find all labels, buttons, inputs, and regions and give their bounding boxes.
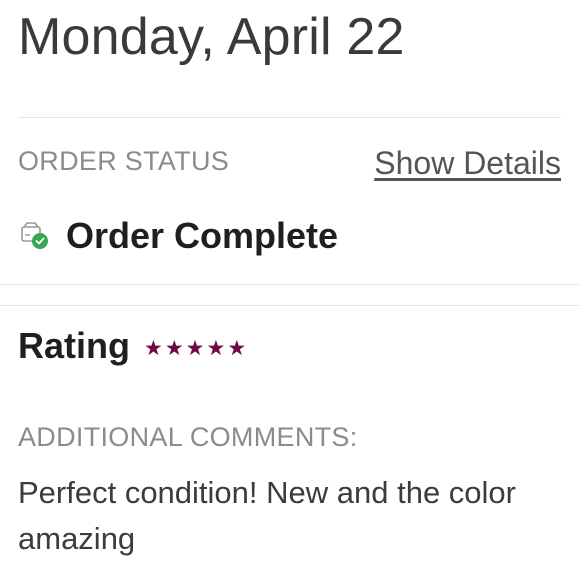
order-status-text: Order Complete bbox=[66, 215, 339, 256]
additional-comments-label: ADDITIONAL COMMENTS: bbox=[18, 422, 358, 452]
show-details-link[interactable]: Show Details bbox=[374, 144, 561, 182]
section-separator bbox=[0, 284, 579, 306]
box-check-icon bbox=[20, 221, 50, 251]
star-icon: ★ bbox=[185, 336, 205, 360]
star-icon: ★ bbox=[164, 336, 184, 360]
order-status-row: Order Complete bbox=[20, 214, 338, 258]
order-detail-page: Monday, April 22 ORDER STATUS Show Detai… bbox=[0, 0, 579, 580]
star-icon: ★ bbox=[144, 336, 163, 360]
star-rating: ★ ★ ★ ★ ★ bbox=[144, 334, 246, 359]
rating-row: Rating ★ ★ ★ ★ ★ bbox=[18, 323, 246, 369]
order-date-heading: Monday, April 22 bbox=[18, 8, 405, 66]
comment-text: Perfect condition! New and the color ama… bbox=[18, 475, 516, 556]
star-icon: ★ bbox=[227, 336, 247, 360]
divider bbox=[18, 117, 561, 118]
star-icon: ★ bbox=[206, 336, 226, 360]
order-status-label: ORDER STATUS bbox=[18, 146, 230, 176]
rating-label: Rating bbox=[18, 325, 130, 366]
